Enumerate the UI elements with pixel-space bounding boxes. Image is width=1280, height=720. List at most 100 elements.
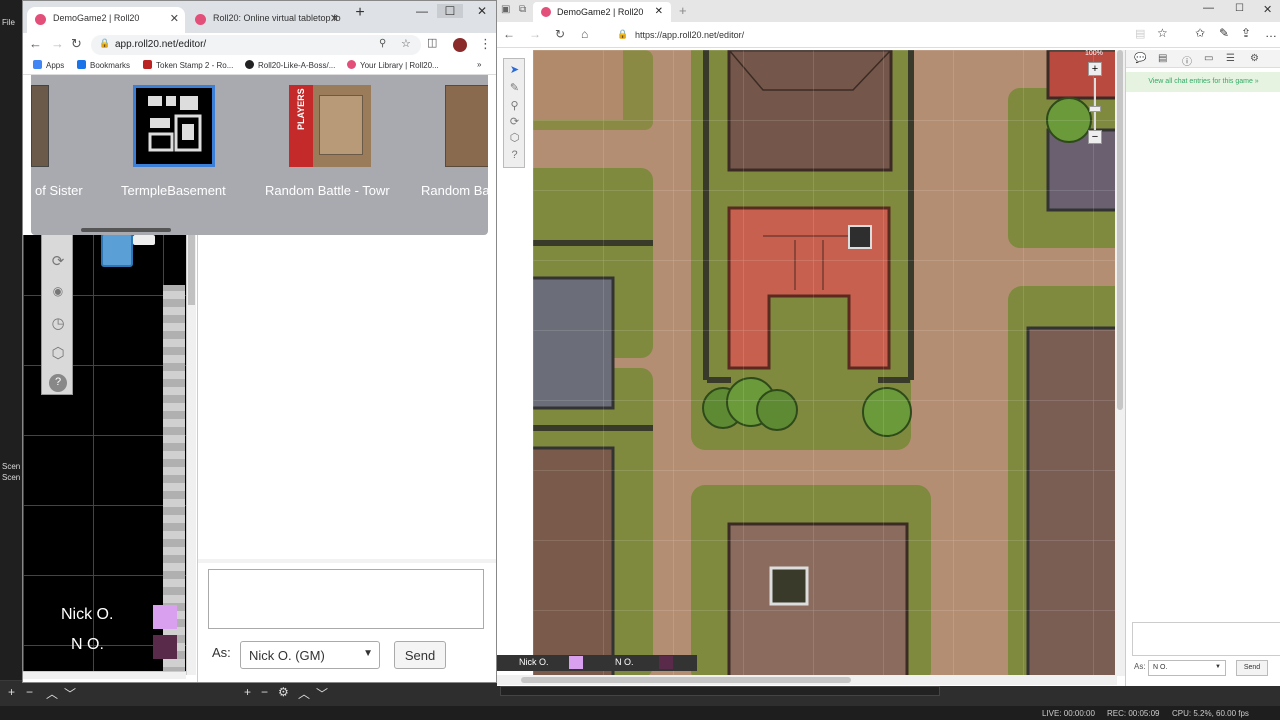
map-vertical-scrollbar[interactable] [1115, 50, 1125, 676]
art-tab-icon[interactable]: ▤ [1158, 53, 1167, 64]
dice-icon[interactable]: ⬡ [507, 131, 522, 146]
select-icon[interactable]: ➤ [507, 63, 522, 78]
speaking-as-select[interactable]: Nick O. (GM) ▼ [240, 641, 380, 669]
bookmark-your-library[interactable]: Your Library | Roll20... [347, 60, 439, 70]
more-bookmarks-icon[interactable]: » [477, 60, 481, 69]
zoom-icon[interactable]: ⚲ [507, 99, 522, 114]
eye-icon[interactable]: ◉ [48, 284, 68, 304]
back-icon[interactable]: ← [503, 27, 515, 41]
maximize-icon[interactable]: ☐ [437, 4, 463, 18]
window-close-icon[interactable]: ✕ [1263, 3, 1272, 16]
share-icon[interactable]: ⇪ [1241, 26, 1251, 40]
remove-source-icon[interactable]: − [261, 685, 268, 699]
address-bar[interactable]: 🔒 https://app.roll20.net/editor/ [609, 25, 1149, 45]
speaking-as-select[interactable]: N O. ▼ [1148, 660, 1226, 676]
bookmark-roll20-like-a-boss[interactable]: Roll20-Like-A-Boss/... [245, 60, 335, 70]
tab-demogame2[interactable]: DemoGame2 | Roll20 ✕ [533, 2, 671, 22]
zoom-in-icon[interactable]: + [1088, 62, 1102, 76]
send-button[interactable]: Send [1236, 660, 1268, 676]
close-icon[interactable]: ✕ [170, 12, 179, 25]
source-up-icon[interactable]: ︿ [298, 685, 310, 702]
favorites-icon[interactable]: ✩ [1195, 26, 1205, 40]
town-map-canvas[interactable] [533, 50, 1115, 676]
chat-tab-icon[interactable]: 💬 [1134, 53, 1146, 64]
journal-icon[interactable] [101, 233, 133, 267]
obs-scenes-label: Scen [2, 462, 21, 471]
pen-icon[interactable]: ✎ [1219, 26, 1229, 40]
obs-volume-slider[interactable] [500, 686, 940, 696]
tab-roll20-site[interactable]: Roll20: Online virtual tabletop fo ✕ [187, 7, 345, 33]
chat-input[interactable] [208, 569, 484, 629]
bookmark-bookmarks[interactable]: Bookmarks [77, 60, 130, 70]
close-icon[interactable]: ✕ [330, 12, 339, 25]
dice-icon[interactable]: ⬡ [48, 344, 68, 364]
help-icon[interactable]: ? [507, 149, 522, 164]
clock-icon[interactable]: ◷ [48, 314, 68, 334]
add-icon[interactable]: + [8, 685, 15, 699]
address-bar[interactable]: 🔒 app.roll20.net/editor/ ⚲ ☆ [91, 35, 421, 55]
new-tab-icon[interactable]: + [347, 4, 373, 22]
chevron-down-icon: ▼ [1215, 664, 1221, 670]
profile-avatar[interactable] [453, 38, 467, 52]
player-name[interactable]: Nick O. [519, 657, 549, 667]
forward-icon[interactable]: → [529, 27, 541, 41]
home-icon[interactable]: ⌂ [581, 27, 588, 41]
page-thumb-sister[interactable] [31, 85, 49, 167]
help-icon[interactable]: ? [49, 374, 67, 392]
refresh-icon[interactable]: ⟳ [507, 115, 522, 130]
page-thumb-templebasement[interactable] [133, 85, 215, 167]
minimize-icon[interactable]: — [1203, 2, 1214, 14]
page-strip-scrollbar[interactable] [81, 228, 171, 232]
lock-icon: 🔒 [617, 29, 629, 39]
tab-demogame2[interactable]: DemoGame2 | Roll20 ✕ [27, 7, 185, 33]
gear-icon[interactable]: ⚙ [278, 685, 289, 699]
vertical-tabs-icon[interactable]: ⧉ [519, 4, 526, 15]
reading-view-icon[interactable]: ▤ [1135, 27, 1145, 40]
list-tab-icon[interactable]: ☰ [1226, 53, 1235, 64]
remove-icon[interactable]: − [26, 685, 33, 699]
minimize-icon[interactable]: — [409, 4, 435, 18]
menu-dots-icon[interactable]: … [1265, 26, 1277, 40]
back-icon[interactable]: ← [29, 36, 42, 51]
chevron-down-icon[interactable]: ﹀ [64, 685, 76, 702]
send-button[interactable]: Send [394, 641, 446, 669]
zoom-handle[interactable] [1089, 106, 1101, 112]
zoom-out-icon[interactable]: − [1088, 130, 1102, 144]
window-close-icon[interactable]: ✕ [469, 4, 495, 18]
chat-input[interactable] [1132, 622, 1280, 656]
reload-icon[interactable]: ↻ [71, 36, 82, 52]
new-tab-icon[interactable]: + [679, 3, 687, 18]
zoom-track[interactable] [1094, 78, 1096, 130]
view-all-chat-link[interactable]: View all chat entries for this game » [1126, 72, 1280, 92]
bookmark-apps[interactable]: Apps [33, 60, 64, 70]
refresh-icon[interactable]: ⟳ [48, 252, 68, 272]
page-thumb-random-battle-town[interactable]: PLAYERS [289, 85, 371, 167]
maximize-icon[interactable]: ☐ [1235, 3, 1244, 14]
reload-icon[interactable]: ↻ [555, 27, 565, 41]
obs-menu-file[interactable]: File [2, 18, 15, 27]
close-icon[interactable]: ✕ [655, 6, 663, 17]
player-row[interactable]: N O. [23, 633, 186, 661]
pocket-icon[interactable]: ◫ [427, 36, 437, 49]
star-icon[interactable]: ☆ [1157, 26, 1168, 40]
zoom-icon[interactable]: ⚲ [379, 38, 386, 49]
tab-actions-icon[interactable]: ▣ [501, 4, 510, 15]
page-thumb-random-battle-house[interactable] [445, 85, 488, 167]
chrome-toolbar: ← → ↻ 🔒 app.roll20.net/editor/ ⚲ ☆ ◫ ⋮ [23, 33, 496, 57]
player-row[interactable]: Nick O. [23, 603, 186, 631]
source-down-icon[interactable]: ﹀ [316, 685, 328, 702]
draw-icon[interactable]: ✎ [507, 81, 522, 96]
gear-icon[interactable]: ⚙ [1250, 53, 1259, 64]
compendium-tab-icon[interactable]: ▭ [1204, 53, 1213, 64]
bookmark-token-stamp[interactable]: Token Stamp 2 - Ro... [143, 60, 233, 70]
map-vertical-scrollbar[interactable] [186, 235, 196, 675]
forward-icon[interactable]: → [51, 36, 64, 51]
chevron-up-icon[interactable]: ︿ [46, 685, 58, 702]
star-icon[interactable]: ☆ [401, 37, 411, 50]
player-name[interactable]: N O. [615, 657, 634, 667]
menu-dots-icon[interactable]: ⋮ [479, 36, 492, 52]
add-source-icon[interactable]: + [244, 685, 251, 699]
map-horizontal-scrollbar[interactable] [497, 675, 1117, 685]
map-horizontal-scrollbar[interactable] [23, 671, 186, 679]
info-tab-icon[interactable]: ⓘ [1182, 53, 1192, 68]
